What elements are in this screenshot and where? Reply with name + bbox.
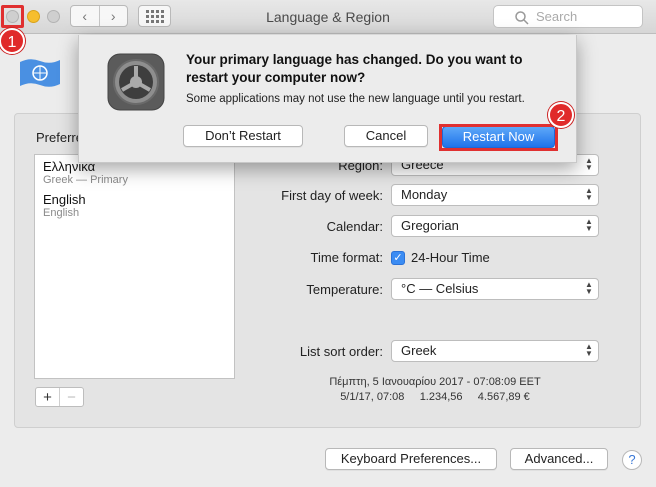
preferred-languages-label: Preferre <box>36 130 83 145</box>
un-flag-icon <box>20 59 60 87</box>
temperature-select[interactable]: °C — Celsius ▲ ▼ <box>391 278 599 300</box>
sort-order-label: List sort order: <box>299 344 383 359</box>
dialog-message: Some applications may not use the new la… <box>186 93 525 105</box>
first-day-label: First day of week: <box>281 188 383 203</box>
language-list[interactable]: Ελληνικά Greek — Primary English English <box>34 154 235 379</box>
first-day-select[interactable]: Monday ▲ ▼ <box>391 184 599 206</box>
temperature-label: Temperature: <box>306 282 383 297</box>
language-subtitle: English <box>43 207 80 219</box>
temperature-value: °C — Celsius <box>401 281 479 296</box>
add-remove-language: + − <box>35 387 84 407</box>
updown-chevron-icon: ▲ ▼ <box>585 280 593 296</box>
checkmark-icon: ✓ <box>393 251 403 264</box>
search-icon <box>515 11 529 25</box>
sort-order-value: Greek <box>401 343 437 358</box>
keyboard-preferences-button[interactable]: Keyboard Preferences... <box>325 448 497 470</box>
first-day-value: Monday <box>401 187 448 202</box>
time-format-checkbox-group: ✓ 24-Hour Time <box>391 250 490 265</box>
step-badge-2: 2 <box>548 102 574 128</box>
restart-button-highlight <box>439 124 558 151</box>
time-format-label: Time format: <box>310 250 383 265</box>
sort-order-select[interactable]: Greek ▲ ▼ <box>391 340 599 362</box>
updown-chevron-icon: ▲ ▼ <box>585 217 593 233</box>
updown-chevron-icon: ▲ ▼ <box>585 342 593 358</box>
calendar-select[interactable]: Gregorian ▲ ▼ <box>391 215 599 237</box>
time-format-checkbox[interactable]: ✓ <box>391 250 405 265</box>
sample-date: Πέμπτη, 5 Ιανουαρίου 2017 - 07:08:09 EET <box>329 376 541 388</box>
time-format-value: 24-Hour Time <box>411 250 490 265</box>
add-language-button[interactable]: + <box>36 388 59 406</box>
language-subtitle: Greek — Primary <box>43 174 128 186</box>
calendar-value: Gregorian <box>401 218 459 233</box>
remove-language-button[interactable]: − <box>59 388 83 406</box>
advanced-button[interactable]: Advanced... <box>510 448 608 470</box>
dialog-title: Your primary language has changed. Do yo… <box>186 52 523 85</box>
updown-chevron-icon: ▲ ▼ <box>585 156 593 172</box>
search-input[interactable]: Search <box>493 5 643 28</box>
list-item[interactable]: English English <box>35 188 234 221</box>
gear-icon <box>107 53 165 111</box>
title-bar: ‹ › Language & Region Search <box>0 0 656 34</box>
help-button[interactable]: ? <box>622 450 642 470</box>
sample-numbers: 5/1/17, 07:08 1.234,56 4.567,89 € <box>340 391 530 403</box>
updown-chevron-icon: ▲ ▼ <box>585 186 593 202</box>
cancel-button[interactable]: Cancel <box>344 125 428 147</box>
step-badge-1: 1 <box>0 28 25 54</box>
dont-restart-button[interactable]: Don’t Restart <box>183 125 303 147</box>
search-placeholder: Search <box>536 9 578 24</box>
calendar-label: Calendar: <box>326 219 383 234</box>
close-button-highlight <box>1 5 24 28</box>
language-name: English <box>43 192 86 207</box>
